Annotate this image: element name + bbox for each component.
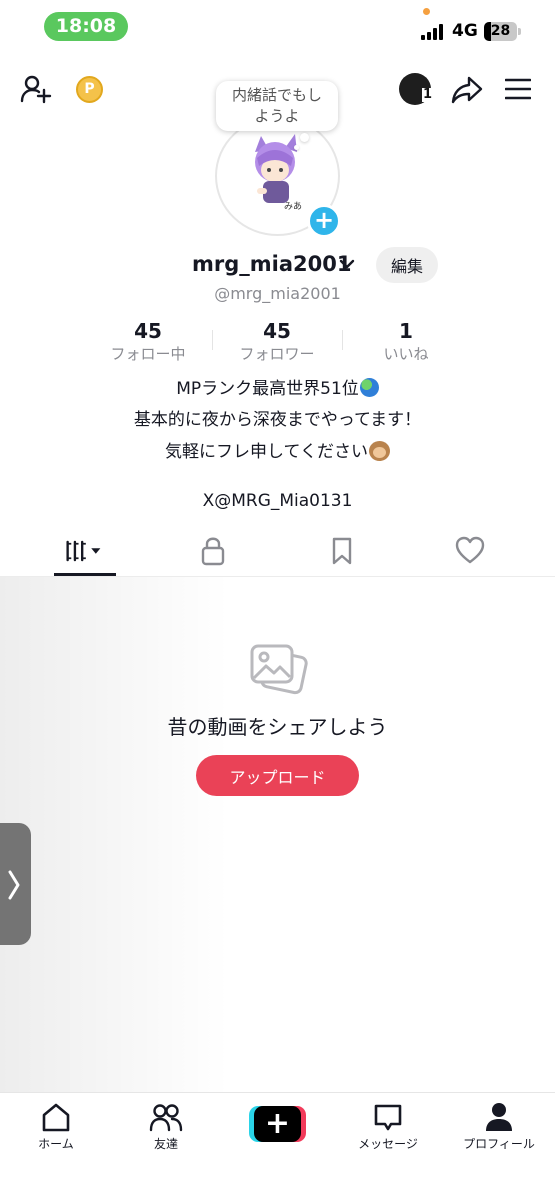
stat-following[interactable]: 45 フォロー中 (83, 318, 213, 364)
status-bar: 18:08 4G 28 (0, 0, 555, 52)
bio-link[interactable]: X@MRG_Mia0131 (0, 491, 555, 511)
privacy-indicator (423, 8, 430, 15)
network-type: 4G (452, 21, 478, 41)
bubble-tail (300, 133, 309, 142)
nav-label: ホーム (38, 1137, 74, 1151)
bubble-tail (294, 145, 299, 150)
bio-line: 気軽にフレ申してください (0, 437, 555, 462)
stat-likes[interactable]: 1 いいね (341, 318, 471, 364)
create-button[interactable]: + (249, 1106, 306, 1142)
stat-label: いいね (383, 345, 429, 363)
nav-friends[interactable]: 友達 (111, 1101, 221, 1152)
empty-state-title: 昔の動画をシェアしよう (167, 715, 388, 739)
bio-text: MPランク最高世界51位 (176, 379, 359, 399)
stat-value: 1 (399, 319, 413, 343)
username: @mrg_mia2001 (214, 284, 341, 303)
nav-label: 友達 (153, 1137, 178, 1151)
battery-level: 28 (490, 23, 511, 39)
bookmark-icon[interactable] (322, 531, 362, 571)
plus-icon: + (254, 1106, 301, 1142)
upload-button[interactable]: アップロード (196, 755, 359, 796)
videos-grid-tab-icon[interactable] (64, 531, 104, 571)
monkey-emoji-icon (368, 441, 390, 461)
bio-line: MPランク最高世界51位 (0, 374, 555, 399)
stat-label: フォロー中 (110, 345, 186, 363)
nav-label: メッセージ (358, 1137, 418, 1151)
add-friend-icon[interactable] (20, 73, 52, 105)
side-panel-handle[interactable] (0, 823, 31, 945)
add-story-button[interactable]: + (307, 204, 341, 238)
chevron-right-icon (8, 870, 20, 900)
battery-icon: 28 (484, 22, 521, 41)
stat-followers[interactable]: 45 フォロワー (212, 318, 342, 364)
menu-icon[interactable] (505, 78, 531, 100)
profile-icon (486, 1103, 512, 1131)
edit-profile-button[interactable]: 編集 (376, 247, 438, 283)
nav-profile[interactable]: プロフィール (444, 1101, 554, 1152)
nav-home[interactable]: ホーム (1, 1101, 111, 1152)
signal-icon (421, 24, 447, 40)
display-name[interactable]: mrg_mia2001 (192, 252, 351, 276)
stat-label: フォロワー (239, 345, 315, 363)
edge-shadow (0, 577, 230, 1092)
message-icon (374, 1104, 402, 1131)
bio-line: 基本的に夜から深夜までやってます！ (133, 410, 422, 430)
photos-icon (250, 644, 308, 695)
share-icon[interactable] (451, 75, 483, 105)
stat-value: 45 (263, 319, 291, 343)
lock-icon[interactable] (193, 531, 233, 571)
bio-text: 気軽にフレ申してください (165, 442, 368, 462)
heart-icon[interactable] (450, 531, 490, 571)
note-bubble[interactable]: 内緒話でもし ようよ (216, 81, 338, 131)
status-time: 18:08 (44, 12, 128, 41)
chevron-down-icon[interactable] (339, 258, 355, 270)
coin-icon[interactable]: P (76, 76, 103, 103)
bottom-nav: ホーム 友達 + メッセージ プロフィール (0, 1092, 555, 1200)
stat-value: 45 (134, 319, 162, 343)
note-bubble-line: ようよ (254, 107, 300, 125)
globe-emoji-icon (359, 378, 379, 397)
avatar-caption: みあ (284, 202, 303, 212)
home-icon (42, 1103, 70, 1132)
nav-messages[interactable]: メッセージ (333, 1101, 443, 1152)
friends-icon (149, 1104, 183, 1132)
nav-label: プロフィール (463, 1137, 535, 1151)
note-bubble-line: 内緒話でもし (231, 86, 322, 104)
account-notification-badge: 1 (422, 87, 434, 102)
